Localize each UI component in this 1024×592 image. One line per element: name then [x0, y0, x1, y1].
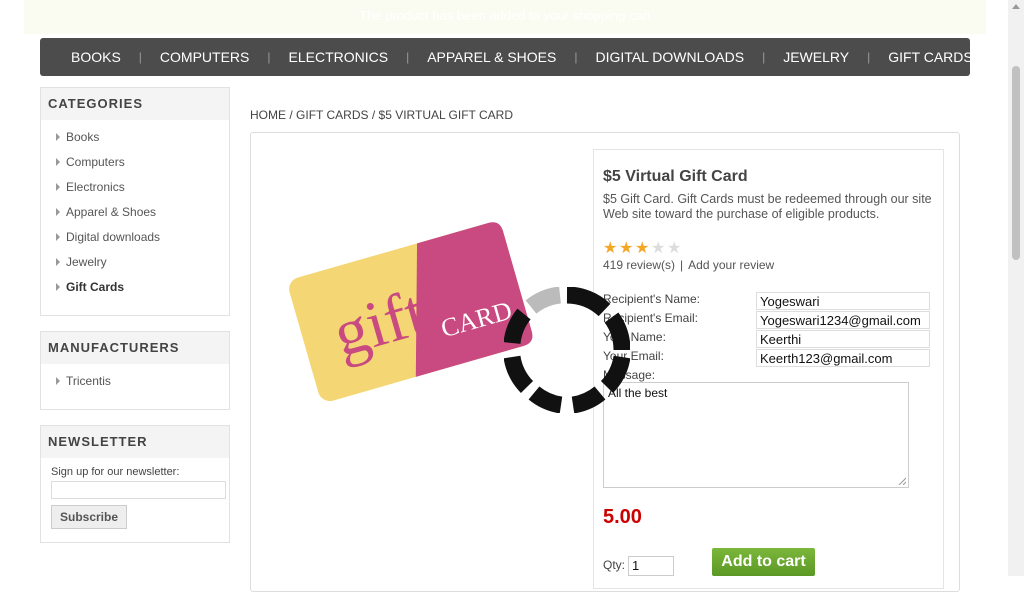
manufacturers-title: MANUFACTURERS	[41, 332, 229, 364]
triangle-right-icon	[56, 158, 60, 166]
nav-electronics[interactable]: ELECTRONICS	[271, 49, 407, 65]
product-price: 5.00	[603, 506, 642, 528]
breadcrumb: HOME / GIFT CARDS / $5 VIRTUAL GIFT CARD	[250, 108, 513, 122]
newsletter-block: NEWSLETTER Sign up for our newsletter: S…	[40, 425, 230, 543]
review-links: 419 review(s) | Add your review	[603, 258, 774, 272]
breadcrumb-current: $5 VIRTUAL GIFT CARD	[378, 108, 513, 122]
categories-title: CATEGORIES	[41, 88, 229, 120]
resize-grip-icon[interactable]	[898, 477, 906, 485]
rating-stars: ★ ★ ★ ★ ★	[603, 241, 683, 257]
nav-computers[interactable]: COMPUTERS	[142, 49, 267, 65]
subscribe-button[interactable]: Subscribe	[51, 505, 128, 529]
category-item-digital-downloads[interactable]: Digital downloads	[41, 225, 229, 250]
recipient-email-input[interactable]: Yogeswari1234@gmail.com	[756, 311, 930, 329]
add-review-link[interactable]: Add your review	[688, 258, 774, 272]
add-to-cart-button[interactable]: Add to cart	[712, 548, 815, 576]
breadcrumb-separator: /	[289, 108, 293, 122]
your-name-input[interactable]: Keerthi	[756, 330, 930, 348]
triangle-right-icon	[56, 258, 60, 266]
star-icon-filled: ★	[603, 240, 618, 257]
nav-jewelry[interactable]: JEWELRY	[765, 49, 867, 65]
triangle-right-icon	[56, 283, 60, 291]
star-icon-filled: ★	[635, 240, 650, 257]
page-scrollbar[interactable]	[1008, 0, 1024, 576]
manufacturers-list: Tricentis	[41, 364, 229, 394]
breadcrumb-gift-cards[interactable]: GIFT CARDS	[296, 108, 368, 122]
newsletter-label: Sign up for our newsletter:	[51, 466, 180, 478]
category-item-books[interactable]: Books	[41, 125, 229, 150]
manufacturer-item-tricentis[interactable]: Tricentis	[41, 369, 229, 394]
notification-bar: The product has been added to your shopp…	[24, 0, 986, 34]
newsletter-title: NEWSLETTER	[41, 426, 229, 458]
triangle-right-icon	[56, 208, 60, 216]
product-short-description: $5 Gift Card. Gift Cards must be redeeme…	[603, 192, 932, 221]
your-email-input[interactable]: Keerth123@gmail.com	[756, 349, 930, 367]
scroll-thumb[interactable]	[1012, 66, 1020, 260]
categories-list: Books Computers Electronics Apparel & Sh…	[41, 120, 229, 300]
triangle-right-icon	[56, 233, 60, 241]
triangle-right-icon	[56, 183, 60, 191]
triangle-right-icon	[56, 133, 60, 141]
reviews-count-link[interactable]: 419 review(s)	[603, 258, 675, 272]
review-separator: |	[680, 258, 684, 272]
category-item-gift-cards[interactable]: Gift Cards	[41, 275, 229, 300]
breadcrumb-home[interactable]: HOME	[250, 108, 286, 122]
nav-digital-downloads[interactable]: DIGITAL DOWNLOADS	[578, 49, 763, 65]
category-item-computers[interactable]: Computers	[41, 150, 229, 175]
qty-input[interactable]: 1	[628, 556, 674, 576]
product-name: $5 Virtual Gift Card	[603, 168, 748, 185]
triangle-right-icon	[56, 377, 60, 385]
scroll-up-arrow-icon[interactable]	[1012, 4, 1020, 9]
nav-books[interactable]: BOOKS	[53, 49, 139, 65]
categories-block: CATEGORIES Books Computers Electronics A…	[40, 87, 230, 316]
nav-apparel-shoes[interactable]: APPAREL & SHOES	[409, 49, 574, 65]
nav-gift-cards[interactable]: GIFT CARDS	[870, 49, 991, 65]
loading-spinner-icon	[504, 287, 630, 413]
recipient-name-input[interactable]: Yogeswari	[756, 292, 930, 310]
top-menu: BOOKS | COMPUTERS | ELECTRONICS | APPARE…	[40, 38, 973, 76]
category-item-electronics[interactable]: Electronics	[41, 175, 229, 200]
star-icon-empty: ★	[667, 240, 682, 257]
category-item-apparel-shoes[interactable]: Apparel & Shoes	[41, 200, 229, 225]
star-icon-empty: ★	[651, 240, 666, 257]
product-image[interactable]: gift CARD	[284, 208, 534, 404]
notification-text: The product has been added to your shopp…	[359, 8, 651, 23]
qty-label: Qty:	[603, 558, 626, 572]
message-textarea[interactable]: All the best	[603, 382, 909, 488]
category-item-jewelry[interactable]: Jewelry	[41, 250, 229, 275]
breadcrumb-separator: /	[371, 108, 376, 122]
manufacturers-block: MANUFACTURERS Tricentis	[40, 331, 230, 410]
newsletter-email-input[interactable]	[51, 481, 226, 499]
star-icon-filled: ★	[619, 240, 634, 257]
